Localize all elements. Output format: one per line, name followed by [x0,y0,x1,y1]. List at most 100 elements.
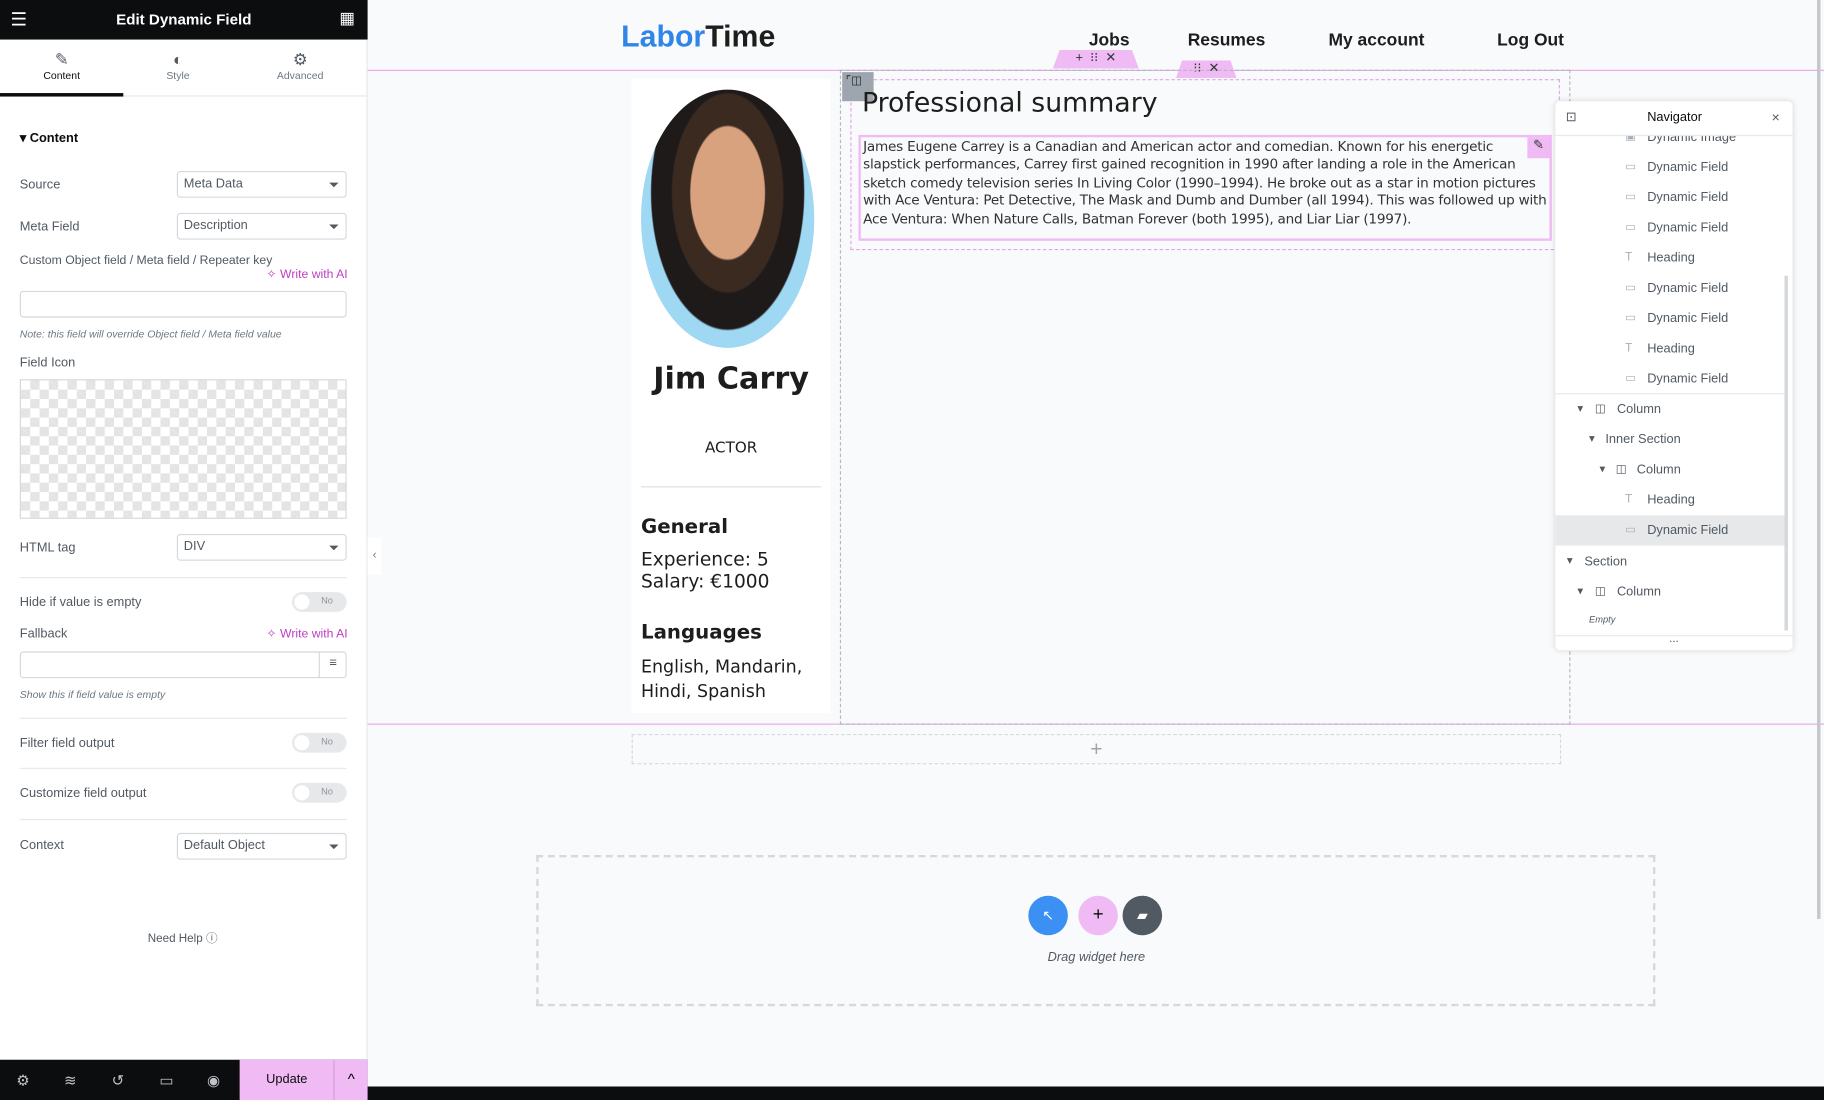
customize-output-label: Customize field output [19,786,147,801]
dynamic-field-icon: ▭ [1625,311,1637,325]
responsive-mode-icon[interactable]: ▭ [159,1071,173,1090]
need-help-link[interactable]: Need Help ⓘ [148,928,218,946]
custom-field-input[interactable] [19,290,347,318]
languages-heading: Languages [640,621,762,645]
summary-dynamic-field[interactable]: James Eugene Carrey is a Canadian and Am… [858,134,1552,241]
nav-item-label: Heading [1647,493,1695,508]
half-circle-icon: ◐ [173,50,183,69]
nav-item-dynamic-field[interactable]: ▭ Dynamic Field [1555,152,1788,182]
nav-item-inner-section[interactable]: ▾ Inner Section [1555,425,1788,455]
profile-photo [640,89,815,348]
dynamic-field-icon: ▭ [1625,160,1637,174]
tab-advanced[interactable]: ⚙ Advanced [238,40,361,97]
meta-field-select[interactable]: Description [176,212,347,240]
nav-item-label: Dynamic Field [1647,281,1729,296]
field-icon-label: Field Icon [19,355,76,370]
experience-field: Experience: 5 [640,547,769,571]
close-icon[interactable]: × [1772,109,1780,125]
ai-cursor-button[interactable]: ↖ [1028,895,1068,936]
update-button[interactable]: Update [239,1059,334,1100]
navigator-resize-handle[interactable]: ... [1555,633,1793,650]
icon-picker[interactable] [19,379,347,519]
logo-part: Time [705,18,776,54]
nav-item-dynamic-field[interactable]: ▭ Dynamic Field [1555,213,1788,243]
divider [19,576,347,579]
nav-item-column[interactable]: ▾ ◫ Column [1555,577,1788,607]
nav-item-dynamic-field[interactable]: ▭ Dynamic Field [1555,273,1788,303]
question-icon: ⓘ [205,932,218,946]
page-scrollbar[interactable] [1817,0,1821,919]
caret-down-icon: ▾ [1566,554,1573,568]
nav-item-heading[interactable]: T Heading [1555,334,1788,364]
tab-style[interactable]: ◐ Style [116,40,239,97]
nav-item-dynamic-field[interactable]: ▭ Dynamic Field [1555,304,1788,334]
add-section-plus-icon[interactable]: + [631,734,1562,765]
nav-item-label: Dynamic Image [1647,136,1737,145]
hide-empty-label: Hide if value is empty [19,595,142,610]
navigator-scrollbar[interactable] [1784,275,1788,631]
filter-output-toggle[interactable]: No [291,732,347,753]
nav-item-heading[interactable]: T Heading [1555,243,1788,273]
languages-field: English, Mandarin, Hindi, Spanish [640,656,803,702]
dynamic-field-icon: ▭ [1625,190,1637,204]
heading-icon: T [1625,251,1633,265]
hide-empty-toggle[interactable]: No [291,592,347,612]
source-select[interactable]: Meta Data [176,171,347,198]
nav-item-heading[interactable]: T Heading [1555,485,1788,515]
nav-item-dynamic-image[interactable]: ▣ Dynamic Image [1555,136,1788,152]
nav-resumes[interactable]: Resumes [1188,30,1266,50]
nav-log-out[interactable]: Log Out [1497,30,1564,50]
context-select[interactable]: Default Object [176,832,347,860]
nav-item-column[interactable]: ▾ ◫ Column [1555,455,1788,485]
caret-down-icon: ▾ [1577,402,1584,416]
template-library-folder-icon[interactable]: ▰ [1122,895,1163,936]
nav-item-dynamic-field-selected[interactable]: ▭ Dynamic Field [1555,515,1788,546]
nav-item-section[interactable]: ▾ Section [1555,547,1788,577]
nav-item-empty: Empty [1555,605,1788,635]
add-section-button[interactable]: + [1078,895,1118,936]
dynamic-tags-icon[interactable]: ≡ [318,651,347,679]
image-icon: ▣ [1625,136,1637,144]
tab-content[interactable]: ✎ Content [0,40,124,97]
nav-jobs[interactable]: Jobs [1089,30,1130,50]
preview-eye-icon[interactable]: ◉ [207,1071,220,1090]
navigator-title: Navigator [1647,110,1702,125]
context-label: Context [19,838,64,853]
widgets-grid-icon[interactable]: ▦ [339,8,354,28]
pencil-icon: ✎ [54,50,69,69]
sparkle-icon: ✧ [266,267,277,282]
nav-item-label: Heading [1647,251,1695,266]
drop-zone-text: Drag widget here [1047,950,1146,965]
nav-my-account[interactable]: My account [1328,30,1424,50]
site-logo[interactable]: LaborTime [621,19,775,55]
column-icon: ◫ [1594,402,1606,416]
nav-item-label: Heading [1647,342,1695,356]
settings-icon[interactable]: ⚙ [16,1071,30,1090]
write-with-ai-button[interactable]: ✧ Write with AI [266,268,347,282]
collapse-navigator-icon[interactable]: ⊡ [1566,109,1577,125]
navigator-tree: ▣ Dynamic Image ▭ Dynamic Field ▭ Dynamic F… [1555,136,1792,636]
nav-item-dynamic-field[interactable]: ▭ Dynamic Field [1555,183,1788,213]
html-tag-select[interactable]: DIV [176,533,347,561]
customize-output-toggle[interactable]: No [291,782,347,803]
fallback-input[interactable] [19,651,347,679]
fallback-write-ai-button[interactable]: ✧ Write with AI [266,627,347,641]
chevron-up-icon[interactable]: ^ [333,1059,368,1100]
edit-widget-pencil-icon[interactable]: ✎ [1527,137,1550,159]
nav-item-dynamic-field[interactable]: ▭ Dynamic Field [1555,364,1788,395]
navigator-layers-icon[interactable]: ≋ [64,1071,77,1090]
history-icon[interactable]: ↺ [112,1071,125,1090]
nav-item-column[interactable]: ▾ ◫ Column [1555,394,1788,424]
profile-role: ACTOR [704,439,758,458]
logo-part: Labor [621,18,706,54]
editor-panel: ☰ Edit Dynamic Field ▦ ✎ Content ◐ Style ⚙… [0,0,368,1100]
nav-item-label: Section [1584,554,1628,569]
tab-label: Content [43,69,80,82]
section-toggle-content[interactable]: ▾ Content [20,130,78,145]
heading-icon: T [1625,493,1633,507]
divider [19,818,347,821]
section-handle[interactable]: + ⁝⁝ ✕ [1052,50,1139,69]
tab-label: Advanced [276,69,324,82]
fallback-label: Fallback [19,627,68,641]
divider [19,767,347,769]
